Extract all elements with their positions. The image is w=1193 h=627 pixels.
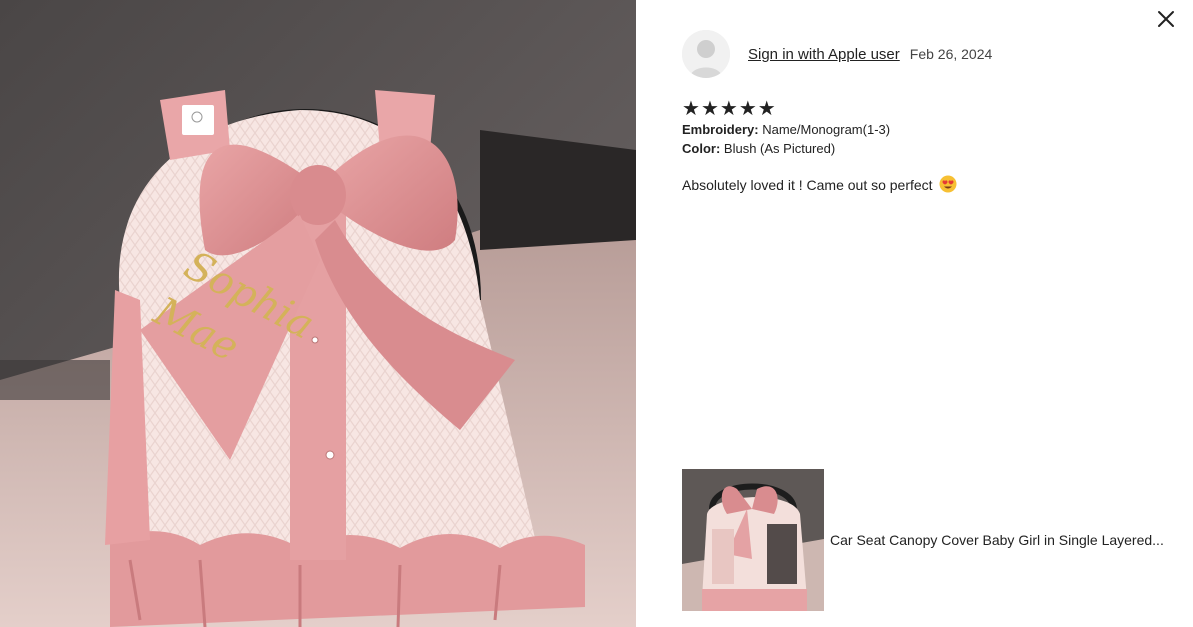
car-seat-canopy-photo: Sophia Mae [0,0,636,627]
attribute-label: Embroidery: [682,122,759,137]
avatar [682,30,730,78]
attribute-label: Color: [682,141,721,156]
attribute-color: Color: Blush (As Pictured) [682,141,835,156]
star-rating: ★ ★ ★ ★ ★ [682,99,776,119]
listing-title-link[interactable]: Car Seat Canopy Cover Baby Girl in Singl… [830,532,1182,548]
review-date: Feb 26, 2024 [909,46,993,62]
star-icon: ★ [719,98,738,120]
review-body: Absolutely loved it ! Came out so perfec… [682,175,957,196]
close-icon [1158,11,1174,27]
review-panel: Sign in with Apple user Feb 26, 2024 ★ ★… [636,0,1193,627]
user-avatar-icon [682,30,730,78]
attribute-value: Name/Monogram(1-3) [762,122,891,137]
listing-card[interactable]: Car Seat Canopy Cover Baby Girl in Singl… [682,469,1182,611]
listing-thumbnail[interactable] [682,469,824,611]
review-photo: Sophia Mae [0,0,636,627]
attribute-value: Blush (As Pictured) [723,141,836,156]
star-icon: ★ [700,98,719,120]
listing-thumbnail-image [682,469,824,611]
attribute-embroidery: Embroidery: Name/Monogram(1-3) [682,122,890,137]
star-icon: ★ [682,98,700,120]
reviewer-header: Sign in with Apple user Feb 26, 2024 [682,30,992,78]
heart-eyes-emoji-icon [939,175,957,196]
reviewer-name-link[interactable]: Sign in with Apple user [748,46,900,63]
review-text: Absolutely loved it ! Came out so perfec… [682,177,933,193]
star-icon: ★ [738,98,757,120]
close-button[interactable] [1155,8,1177,30]
star-icon: ★ [757,98,776,120]
